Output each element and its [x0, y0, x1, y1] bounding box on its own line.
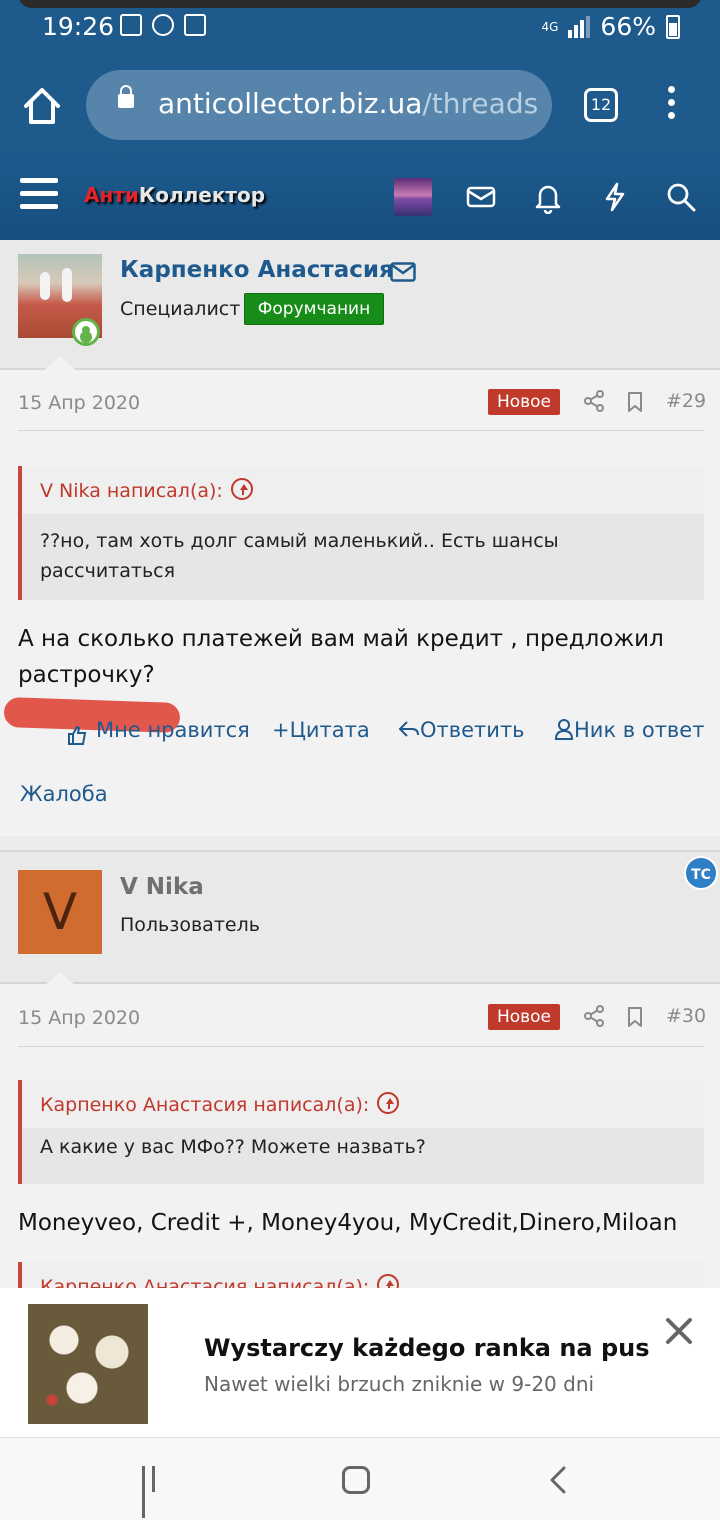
reply-button[interactable]: Ответить: [398, 718, 525, 742]
post-body: [0, 370, 720, 836]
tab-switcher-button[interactable]: 12: [584, 88, 618, 122]
ad-title[interactable]: Wystarczy każdego ranka na pus: [204, 1334, 650, 1362]
thumbs-up-icon: [68, 725, 87, 745]
quote-header[interactable]: V Nika написал(а):: [22, 466, 704, 514]
new-badge: Новое: [488, 389, 560, 415]
site-logo[interactable]: АнтиКоллектор: [84, 183, 265, 207]
quote-text: ??но, там хоть долг самый маленький.. Ес…: [40, 530, 559, 582]
back-icon[interactable]: [548, 1466, 568, 1494]
signal-icon: [568, 15, 591, 38]
plus-icon: +: [272, 718, 290, 742]
status-time: 19:26: [42, 12, 115, 41]
url-domain: anticollector.biz.ua: [158, 87, 423, 120]
inbox-icon[interactable]: [464, 180, 498, 214]
system-navigation-bar: [0, 1438, 720, 1520]
post-number[interactable]: #29: [666, 390, 706, 412]
notification-icons: [120, 14, 206, 36]
post-message: А на сколько платежей вам май кредит , п…: [18, 626, 664, 688]
quote-header[interactable]: Карпенко Анастасия написал(а):: [22, 1080, 704, 1128]
post-actions: Мне нравится +Цитата Ответить Ник в отве…: [0, 718, 720, 752]
online-status-icon: [72, 318, 100, 346]
battery-icon: [666, 14, 680, 39]
lock-icon: [118, 85, 134, 108]
post-message: Moneyveo, Credit +, Money4you, MyCredit,…: [18, 1210, 678, 1236]
bookmark-icon[interactable]: [623, 1005, 647, 1029]
weather-icon: [152, 14, 174, 36]
author-role: Специалист: [120, 298, 241, 320]
url-text[interactable]: anticollector.biz.ua/threads: [158, 87, 538, 120]
new-badge: Новое: [488, 1004, 560, 1030]
ad-image[interactable]: [28, 1304, 148, 1424]
user-badge: Форумчанин: [244, 293, 384, 325]
post-date[interactable]: 15 Апр 2020: [18, 1007, 140, 1029]
home-button-icon[interactable]: [342, 1466, 370, 1494]
arrow-up-circle-icon[interactable]: [377, 1092, 400, 1114]
reply-icon: [398, 721, 419, 737]
quote-button[interactable]: +Цитата: [272, 718, 370, 742]
home-icon[interactable]: [18, 82, 66, 130]
author-role: Пользователь: [120, 914, 260, 936]
quote-author: V Nika написал(а):: [40, 480, 223, 502]
ad-banner[interactable]: Wystarczy każdego ranka na pus Nawet wie…: [0, 1288, 720, 1438]
url-path: /threads: [422, 87, 539, 120]
bookmark-icon[interactable]: [623, 390, 647, 414]
post-author-block: V V Nika Пользователь: [0, 850, 720, 986]
image-icon: [120, 14, 142, 36]
quote-author: Карпенко Анастасия написал(а):: [40, 1094, 370, 1116]
check-icon: [184, 14, 206, 36]
share-icon[interactable]: [582, 1004, 606, 1028]
quote-block: Карпенко Анастасия написал(а): А какие у…: [18, 1080, 704, 1184]
author-name[interactable]: V Nika: [120, 874, 204, 900]
battery-percent: 66%: [600, 12, 656, 41]
author-name[interactable]: Карпенко Анастасия: [120, 257, 394, 283]
quote-text: А какие у вас МФо?? Можете назвать?: [40, 1136, 426, 1158]
post-date[interactable]: 15 Апр 2020: [18, 392, 140, 414]
hamburger-menu-icon[interactable]: [20, 178, 58, 212]
arrow-up-circle-icon[interactable]: [230, 478, 253, 500]
author-avatar[interactable]: V: [18, 870, 102, 954]
phone-notch: [18, 0, 702, 8]
share-icon[interactable]: [582, 389, 606, 413]
address-bar[interactable]: anticollector.biz.ua/threads: [86, 70, 552, 140]
thread-starter-badge: TC: [684, 856, 718, 890]
envelope-icon[interactable]: [390, 262, 416, 282]
site-navbar: АнтиКоллектор: [0, 156, 720, 240]
status-right: 4G 66%: [541, 12, 680, 41]
post-divider: [18, 1046, 704, 1047]
close-icon[interactable]: [662, 1314, 696, 1348]
speech-pointer: [44, 356, 76, 370]
nick-reply-button[interactable]: Ник в ответ: [554, 718, 704, 742]
ad-subtitle[interactable]: Nawet wielki brzuch zniknie w 9-20 dni: [204, 1372, 594, 1396]
post-divider: [18, 430, 704, 431]
report-link[interactable]: Жалоба: [20, 782, 108, 806]
search-icon[interactable]: [664, 180, 698, 214]
lightning-icon[interactable]: [598, 180, 632, 214]
user-avatar-thumbnail[interactable]: [394, 178, 432, 216]
more-menu-icon[interactable]: [664, 86, 678, 126]
user-icon: [554, 719, 574, 740]
bell-icon[interactable]: [531, 180, 565, 214]
status-bar: 19:26 4G 66%: [0, 0, 720, 56]
network-type: 4G: [541, 19, 559, 34]
post-number[interactable]: #30: [666, 1005, 706, 1027]
recent-apps-icon[interactable]: [142, 1466, 168, 1518]
like-button[interactable]: Мне нравится: [68, 718, 250, 745]
browser-toolbar: anticollector.biz.ua/threads 12: [0, 56, 720, 156]
quote-block: V Nika написал(а): ??но, там хоть долг с…: [18, 466, 704, 600]
